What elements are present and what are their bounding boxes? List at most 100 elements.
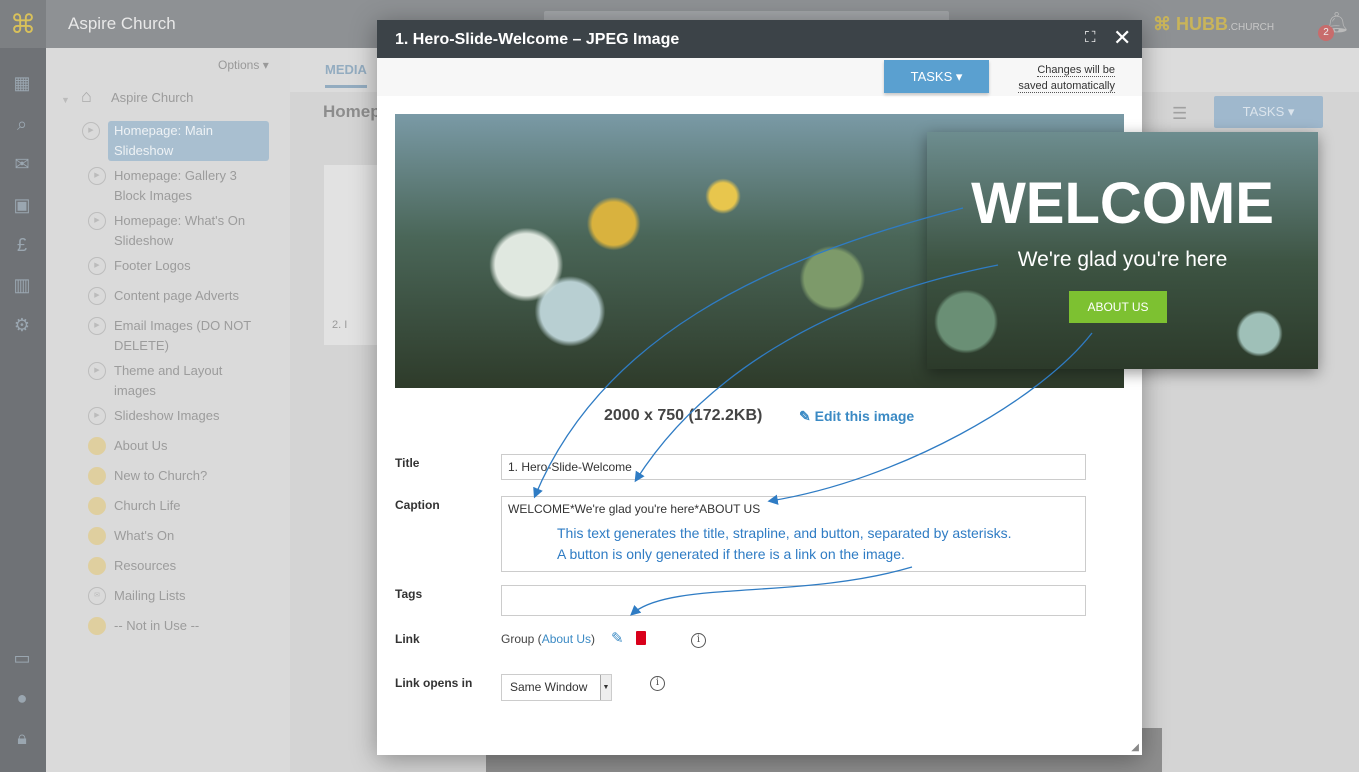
notification-badge: 2	[1318, 25, 1334, 41]
link-label: Link	[395, 632, 420, 646]
page-tree: Options ▾ ⌂ ▼ Aspire Church ▶ Homepage: Mai…	[46, 48, 290, 772]
chart-icon[interactable]: ▥	[10, 275, 34, 299]
slide-preview-callout: WELCOME We're glad you're here ABOUT US	[927, 132, 1318, 369]
play-icon: ▶	[88, 212, 106, 230]
chevron-down-icon: ▼	[600, 675, 611, 700]
tree-item-label: Slideshow Images	[114, 408, 220, 423]
tree-item[interactable]: -- Not in Use --	[88, 616, 264, 636]
resize-handle[interactable]: ◢	[1131, 742, 1139, 753]
tree-item-label: About Us	[114, 438, 168, 453]
mail-icon[interactable]: ✉	[10, 154, 34, 178]
image-dialog: 1. Hero-Slide-Welcome – JPEG Image ⛶ ✕ T…	[377, 20, 1142, 755]
tree-item-label: Homepage: Gallery 3 Block Images	[114, 168, 237, 203]
tree-item[interactable]: ▶ Content page Adverts	[88, 286, 264, 306]
tree-item[interactable]: About Us	[88, 436, 264, 456]
tree-item[interactable]: ▶ Slideshow Images	[88, 406, 264, 426]
page-icon	[88, 467, 106, 485]
tree-root[interactable]: ⌂ ▼ Aspire Church	[61, 86, 193, 108]
mail-icon: ✉	[88, 587, 106, 605]
icon-sidebar: ⌘ ▦ ⌕ ✉ ▣ £ ▥ ⚙ ▭ ● 🔒︎	[0, 0, 46, 772]
tree-item-label: Resources	[114, 558, 177, 573]
monitor-icon[interactable]: ▭	[10, 648, 34, 672]
tree-item-label: Email Images (DO NOT DELETE)	[114, 318, 252, 353]
tree-item[interactable]: ▶ Email Images (DO NOT DELETE)	[88, 316, 264, 356]
tree-item-label: -- Not in Use --	[114, 618, 200, 633]
fullscreen-icon[interactable]: ⛶	[1085, 29, 1096, 46]
tree-item[interactable]: ▶ Homepage: What's On Slideshow	[88, 211, 264, 251]
preview-strapline: We're glad you're here	[1017, 248, 1228, 271]
delete-link-icon[interactable]	[636, 631, 646, 645]
tree-item-label: New to Church?	[114, 468, 208, 483]
close-icon[interactable]: ✕	[1113, 25, 1131, 51]
link-info-icon[interactable]: i	[691, 633, 706, 648]
tree-item[interactable]: ▶ Homepage: Gallery 3 Block Images	[88, 166, 264, 206]
tree-item-label: Content page Adverts	[114, 288, 240, 303]
tree-item-label: Church Life	[114, 498, 181, 513]
tasks-button[interactable]: TASKS ▾	[884, 60, 989, 93]
options-dropdown[interactable]: Options ▾	[218, 58, 269, 72]
play-icon: ▶	[82, 122, 100, 140]
tree-item-label: What's On	[114, 528, 175, 543]
tree-item[interactable]: New to Church?	[88, 466, 264, 486]
pencil-icon: ✎	[799, 408, 811, 424]
link-target[interactable]: About Us	[542, 632, 591, 646]
page-icon	[88, 527, 106, 545]
tree-item[interactable]: Church Life	[88, 496, 264, 516]
hubb-logo-icon[interactable]: ⌘	[0, 0, 46, 48]
tree-item[interactable]: ▶ Footer Logos	[88, 256, 264, 276]
image-dimensions: 2000 x 750 (172.2KB)	[604, 407, 763, 424]
tree-item[interactable]: What's On	[88, 526, 264, 546]
tree-item-label: Mailing Lists	[114, 588, 186, 603]
dialog-title: 1. Hero-Slide-Welcome – JPEG Image	[395, 31, 680, 48]
lock-icon[interactable]: 🔒︎	[10, 728, 34, 752]
page-icon	[88, 617, 106, 635]
dialog-toolbar: TASKS ▾ Changes will be saved automatical…	[377, 58, 1142, 96]
tree-item-label: Footer Logos	[114, 258, 191, 273]
page-icon	[88, 437, 106, 455]
user-icon[interactable]: ●	[10, 688, 34, 712]
church-icon: ⌂	[81, 86, 92, 106]
caption-label: Caption	[395, 498, 440, 512]
tree-item-label: Homepage: Main Slideshow	[114, 123, 213, 158]
play-icon: ▶	[88, 407, 106, 425]
tree-item-label: Homepage: What's On Slideshow	[114, 213, 246, 248]
preview-title: WELCOME	[971, 171, 1274, 236]
opens-info-icon[interactable]: i	[650, 676, 665, 691]
preview-button: ABOUT US	[1069, 291, 1167, 323]
site-name: Aspire Church	[68, 14, 176, 33]
play-icon: ▶	[88, 317, 106, 335]
dialog-header: 1. Hero-Slide-Welcome – JPEG Image ⛶ ✕	[377, 20, 1142, 58]
title-label: Title	[395, 456, 420, 470]
tree-item[interactable]: ▶ Theme and Layout images	[88, 361, 264, 401]
tree-item[interactable]: ▶ Homepage: Main Slideshow	[82, 121, 269, 161]
dashboard-icon[interactable]: ▦	[10, 73, 34, 97]
edit-link-icon[interactable]: ✎	[611, 629, 624, 647]
page-icon	[88, 557, 106, 575]
play-icon: ▶	[88, 287, 106, 305]
calendar-icon[interactable]: ▣	[10, 195, 34, 219]
tab-media[interactable]: MEDIA	[325, 62, 367, 88]
brand-logo: ⌘ HUBB.CHURCH	[1153, 14, 1275, 34]
tags-label: Tags	[395, 587, 423, 601]
pound-icon[interactable]: £	[10, 235, 34, 259]
search-icon[interactable]: ⌕	[10, 114, 34, 138]
gear-icon[interactable]: ⚙	[10, 315, 34, 339]
link-value: Group (About Us)	[501, 632, 596, 646]
autosave-note: Changes will be saved automatically	[1018, 64, 1115, 93]
link-opens-select[interactable]: Same Window ▼	[501, 674, 612, 701]
title-input[interactable]: 1. Hero-Slide-Welcome	[501, 454, 1086, 480]
tasks-button-bg[interactable]: TASKS ▾	[1214, 96, 1323, 128]
tags-input[interactable]	[501, 585, 1086, 616]
play-icon: ▶	[88, 362, 106, 380]
tree-item[interactable]: Resources	[88, 556, 264, 576]
edit-image-link[interactable]: ✎ Edit this image	[799, 408, 914, 425]
caption-annotation: This text generates the title, strapline…	[557, 525, 1012, 562]
tree-item-label: Theme and Layout images	[114, 363, 223, 398]
play-icon: ▶	[88, 167, 106, 185]
page-icon	[88, 497, 106, 515]
link-opens-label: Link opens in	[395, 676, 473, 690]
card-label: 2. I	[332, 319, 348, 331]
list-view-icon[interactable]: ☰	[1172, 104, 1187, 124]
play-icon: ▶	[88, 257, 106, 275]
tree-item[interactable]: ✉ Mailing Lists	[88, 586, 264, 606]
